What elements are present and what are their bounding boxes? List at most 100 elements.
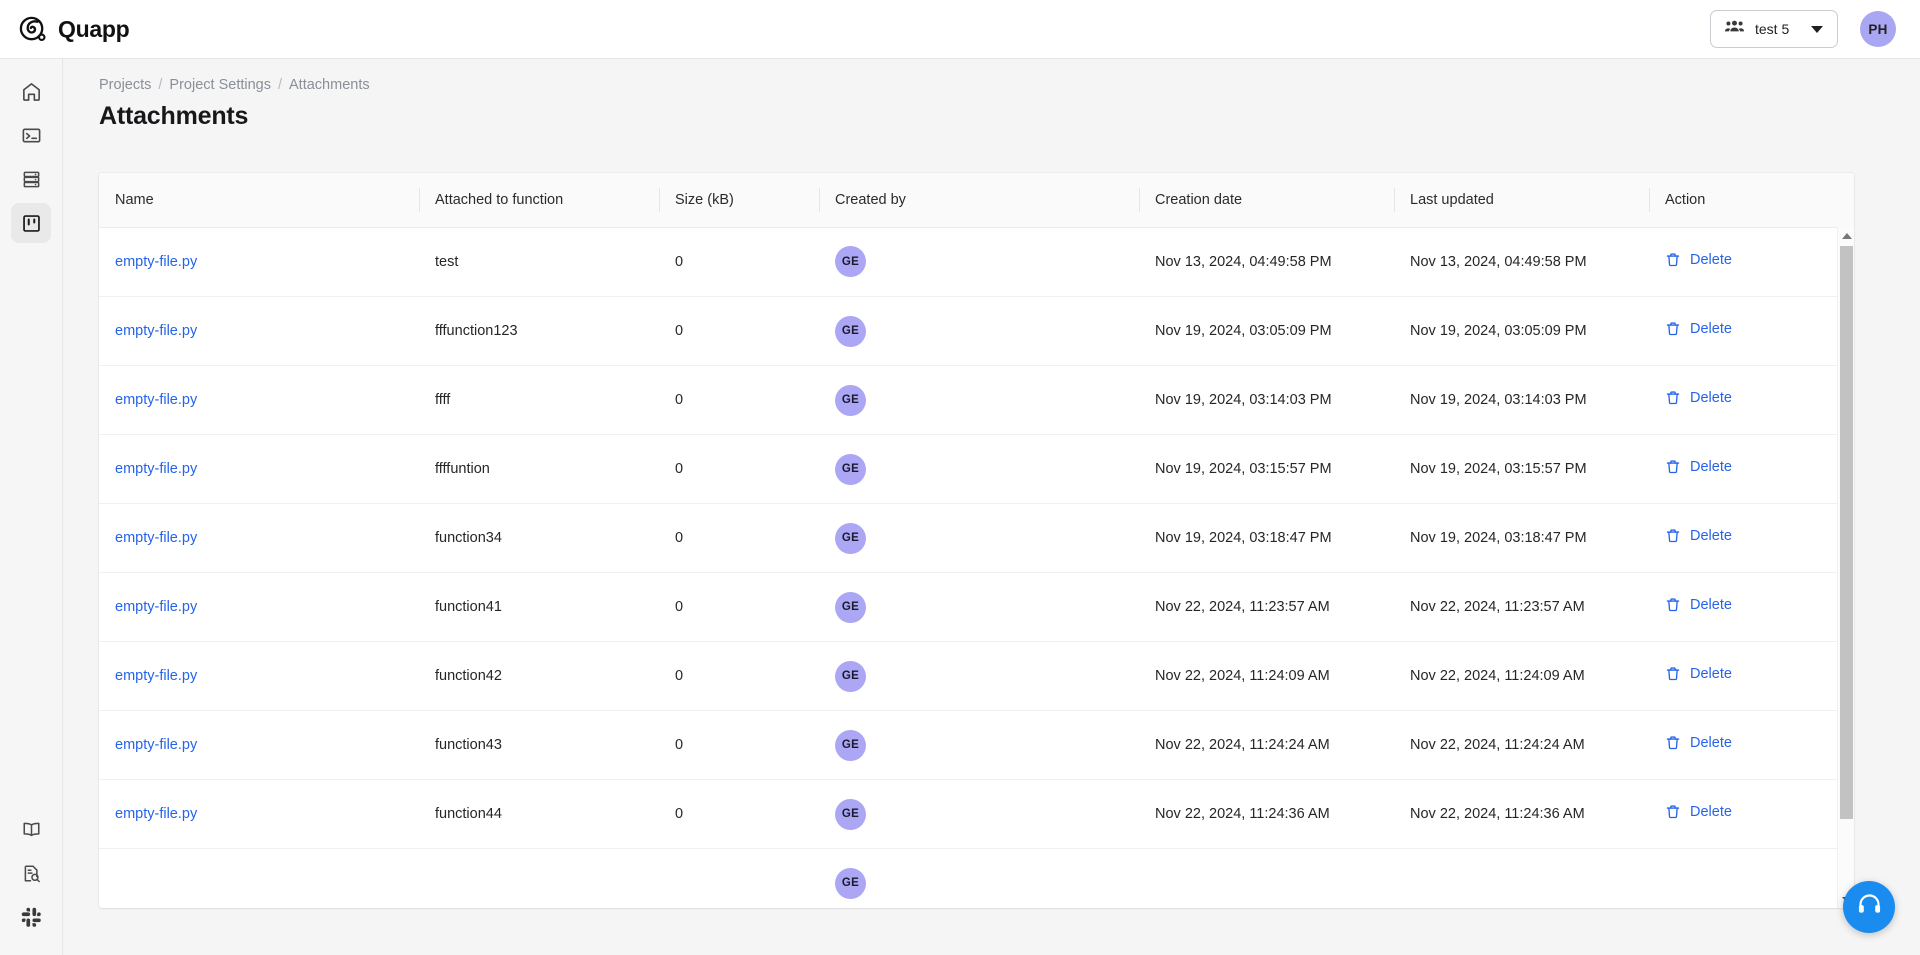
breadcrumb-separator: / (158, 77, 163, 93)
chevron-down-icon (1811, 25, 1823, 33)
sidebar-item-slack[interactable] (11, 897, 51, 937)
left-nav-rail (0, 59, 63, 955)
delete-button[interactable]: Delete (1665, 390, 1732, 406)
sidebar-item-home[interactable] (11, 71, 51, 111)
table-vertical-scrollbar[interactable] (1837, 227, 1854, 908)
breadcrumb-item-projects[interactable]: Projects (99, 77, 151, 93)
file-link[interactable]: empty-file.py (115, 254, 197, 270)
cell-creation-date: Nov 22, 2024, 11:24:36 AM (1139, 779, 1394, 849)
table-row[interactable]: empty-file.py test 0 GE Nov 13, 2024, 04:49:… (99, 227, 1854, 297)
table-row[interactable]: empty-file.py function44 0 GE Nov 22, 2024, … (99, 779, 1854, 849)
breadcrumb-item-project-settings[interactable]: Project Settings (169, 77, 271, 93)
cell-action: Delete (1649, 503, 1854, 573)
column-header-created-by[interactable]: Created by (819, 173, 1139, 228)
server-stack-icon (21, 169, 42, 190)
cell-last-updated: Nov 22, 2024, 11:24:09 AM (1394, 641, 1649, 711)
table-row[interactable]: GE (99, 848, 1854, 908)
column-header-action[interactable]: Action (1649, 173, 1854, 228)
cell-attached-to-function: function44 (419, 779, 659, 849)
cell-last-updated (1394, 848, 1649, 908)
cell-last-updated: Nov 13, 2024, 04:49:58 PM (1394, 227, 1649, 297)
home-icon (21, 81, 42, 102)
delete-button[interactable]: Delete (1665, 666, 1732, 682)
attachments-header-table: Name Attached to function Size (kB) Crea… (99, 173, 1854, 228)
delete-label: Delete (1690, 321, 1732, 337)
scroll-up-button[interactable] (1838, 227, 1854, 244)
delete-button[interactable]: Delete (1665, 528, 1732, 544)
delete-label: Delete (1690, 528, 1732, 544)
team-switcher-label: test 5 (1755, 21, 1790, 37)
file-link[interactable]: empty-file.py (115, 323, 197, 339)
cell-created-by: GE (819, 227, 1139, 297)
attachments-table-card: Name Attached to function Size (kB) Crea… (99, 173, 1854, 908)
column-header-last-updated[interactable]: Last updated (1394, 173, 1649, 228)
table-row[interactable]: empty-file.py function43 0 GE Nov 22, 2024, … (99, 710, 1854, 780)
file-link[interactable]: empty-file.py (115, 806, 197, 822)
team-switcher[interactable]: test 5 (1710, 10, 1838, 48)
column-header-size[interactable]: Size (kB) (659, 173, 819, 228)
cell-creation-date: Nov 13, 2024, 04:49:58 PM (1139, 227, 1394, 297)
cell-action: Delete (1649, 365, 1854, 435)
cell-created-by: GE (819, 779, 1139, 849)
column-header-attached-to-function[interactable]: Attached to function (419, 173, 659, 228)
sidebar-item-projects[interactable] (11, 203, 51, 243)
cell-created-by: GE (819, 710, 1139, 780)
cell-attached-to-function: function43 (419, 710, 659, 780)
delete-button[interactable]: Delete (1665, 459, 1732, 475)
sidebar-item-database[interactable] (11, 159, 51, 199)
table-row[interactable]: empty-file.py function34 0 GE Nov 19, 2024, … (99, 503, 1854, 573)
brand[interactable]: Quapp (18, 14, 130, 45)
slack-icon (21, 907, 42, 928)
delete-button[interactable]: Delete (1665, 735, 1732, 751)
cell-action: Delete (1649, 710, 1854, 780)
cell-size: 0 (659, 296, 819, 366)
file-link[interactable]: empty-file.py (115, 737, 197, 753)
support-chat-button[interactable] (1843, 881, 1895, 933)
file-link[interactable]: empty-file.py (115, 461, 197, 477)
trash-icon (1665, 528, 1681, 544)
delete-button[interactable]: Delete (1665, 804, 1732, 820)
cell-creation-date: Nov 19, 2024, 03:18:47 PM (1139, 503, 1394, 573)
cell-creation-date: Nov 22, 2024, 11:23:57 AM (1139, 572, 1394, 642)
trash-icon (1665, 597, 1681, 613)
file-link[interactable]: empty-file.py (115, 668, 197, 684)
sidebar-item-console[interactable] (11, 115, 51, 155)
user-avatar[interactable]: PH (1860, 11, 1896, 47)
trash-icon (1665, 252, 1681, 268)
attachments-table: empty-file.py test 0 GE Nov 13, 2024, 04:49:… (99, 227, 1854, 908)
delete-button[interactable]: Delete (1665, 252, 1732, 268)
delete-label: Delete (1690, 251, 1732, 268)
cell-size (659, 848, 819, 908)
delete-label: Delete (1690, 666, 1732, 682)
table-row[interactable]: empty-file.py ffffuntion 0 GE Nov 19, 2024, … (99, 434, 1854, 504)
column-header-creation-date[interactable]: Creation date (1139, 173, 1394, 228)
cell-size: 0 (659, 227, 819, 297)
scrollbar-thumb[interactable] (1840, 246, 1853, 819)
sidebar-item-logs-search[interactable] (11, 853, 51, 893)
cell-attached-to-function: ffffuntion (419, 434, 659, 504)
cell-created-by: GE (819, 296, 1139, 366)
table-row[interactable]: empty-file.py function41 0 GE Nov 22, 2024, … (99, 572, 1854, 642)
cell-created-by: GE (819, 848, 1139, 908)
delete-button[interactable]: Delete (1665, 321, 1732, 337)
sidebar-item-documentation[interactable] (11, 809, 51, 849)
cell-creation-date: Nov 22, 2024, 11:24:09 AM (1139, 641, 1394, 711)
column-header-name[interactable]: Name (99, 173, 419, 228)
file-link[interactable]: empty-file.py (115, 530, 197, 546)
table-row[interactable]: empty-file.py fffunction123 0 GE Nov 19, 202… (99, 296, 1854, 366)
cell-attached-to-function: ffff (419, 365, 659, 435)
cell-attached-to-function: function42 (419, 641, 659, 711)
breadcrumb: Projects / Project Settings / Attachment… (99, 77, 1920, 93)
file-link[interactable]: empty-file.py (115, 392, 197, 408)
delete-button[interactable]: Delete (1665, 597, 1732, 613)
cell-attached-to-function: test (419, 227, 659, 297)
cell-size: 0 (659, 779, 819, 849)
triangle-up-icon (1841, 232, 1852, 239)
breadcrumb-item-attachments[interactable]: Attachments (289, 77, 370, 93)
table-scroll-viewport[interactable]: empty-file.py test 0 GE Nov 13, 2024, 04:49:… (99, 227, 1854, 908)
cell-creation-date: Nov 19, 2024, 03:15:57 PM (1139, 434, 1394, 504)
cell-action: Delete (1649, 572, 1854, 642)
table-row[interactable]: empty-file.py ffff 0 GE Nov 19, 2024, 03:14:… (99, 365, 1854, 435)
table-row[interactable]: empty-file.py function42 0 GE Nov 22, 2024, … (99, 641, 1854, 711)
file-link[interactable]: empty-file.py (115, 599, 197, 615)
